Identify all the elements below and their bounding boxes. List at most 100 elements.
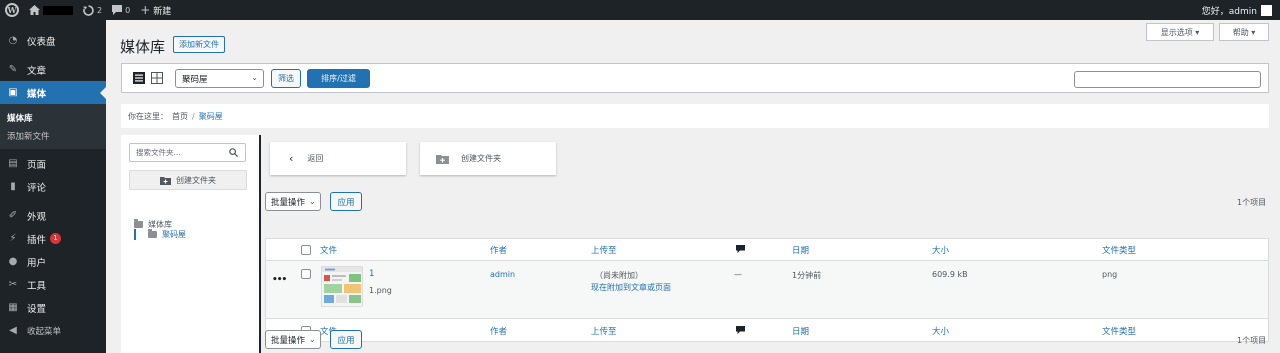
create-folder-card[interactable]: 创建文件夹 (420, 142, 556, 175)
media-search-input[interactable] (1074, 71, 1261, 88)
comment-icon[interactable] (736, 245, 745, 253)
brush-icon: ✐ (8, 210, 18, 221)
filter-button[interactable]: 筛选 (271, 69, 301, 88)
plugin-icon: ⚡ (9, 233, 17, 244)
breadcrumb-home[interactable]: 首页 (172, 111, 188, 122)
sidebar-item-label: 插件 (27, 234, 47, 246)
submenu-add-new[interactable]: 添加新文件 (0, 127, 106, 145)
column-header-uploaded-to[interactable]: 上传至 (591, 244, 617, 256)
items-count-top: 1个项目 (1237, 198, 1267, 207)
column-footer-uploaded-to[interactable]: 上传至 (591, 325, 617, 337)
sidebar-item-label: 收起菜单 (27, 326, 62, 337)
file-thumbnail[interactable] (321, 266, 363, 307)
admin-sidebar: ◔ 仪表盘 ✎ 文章 ▣ 媒体 媒体库 添加新文件 ▤ 页面 ▮ 评论 ✐ 外观… (0, 20, 106, 353)
comment-icon[interactable] (736, 326, 745, 334)
file-name: 1.png (369, 286, 392, 295)
author-link[interactable]: admin (490, 270, 515, 279)
column-header-date[interactable]: 日期 (792, 244, 809, 256)
avatar[interactable] (1261, 4, 1272, 16)
grid-view-icon[interactable] (151, 72, 163, 84)
main-content: 显示选项 ▾ 帮助 ▾ 媒体库 添加新文件 聚码屋 ⌄ 筛选 排序/过滤 你在这… (106, 20, 1280, 353)
select-all-checkbox[interactable] (301, 245, 311, 255)
sidebar-item-appearance[interactable]: ✐ 外观 (0, 204, 106, 227)
sidebar-item-label: 媒体 (27, 88, 47, 100)
account-greeting[interactable]: 您好，admin (1202, 4, 1257, 17)
column-header-author[interactable]: 作者 (490, 244, 507, 256)
folder-tree-root[interactable]: 媒体库 (134, 218, 186, 229)
updates-menu[interactable]: 2 (78, 0, 107, 20)
home-icon (29, 5, 40, 15)
folder-icon (148, 228, 157, 238)
bulk-actions-select-bottom[interactable]: 批量操作 ⌄ (265, 330, 321, 349)
row-actions-menu[interactable]: ••• (272, 275, 287, 285)
chevron-left-icon: ‹ (289, 152, 294, 165)
search-icon[interactable] (229, 148, 238, 157)
wordpress-logo-menu[interactable]: W (0, 0, 24, 20)
screen-options-button[interactable]: 显示选项 ▾ (1146, 23, 1214, 41)
pin-icon: ✎ (8, 64, 18, 75)
help-button[interactable]: 帮助 ▾ (1219, 23, 1269, 41)
sidebar-item-settings[interactable]: ▦ 设置 (0, 296, 106, 319)
folder-icon (134, 218, 143, 228)
sidebar-item-tools[interactable]: ✂ 工具 (0, 273, 106, 296)
media-icon: ▣ (8, 87, 18, 98)
column-header-file-type[interactable]: 文件类型 (1102, 244, 1136, 256)
file-size: 609.9 kB (932, 270, 968, 279)
sort-filter-button[interactable]: 排序/过滤 (307, 69, 370, 88)
folder-select[interactable]: 聚码屋 ⌄ (175, 69, 264, 88)
media-table: 文件 作者 上传至 日期 大小 文件类型 ••• 1 1.png admin （… (265, 238, 1269, 342)
sidebar-item-dashboard[interactable]: ◔ 仪表盘 (0, 29, 106, 52)
sidebar-item-label: 工具 (27, 280, 47, 292)
breadcrumb-current[interactable]: 聚码屋 (199, 111, 223, 122)
page-icon: ▤ (8, 158, 18, 169)
create-folder-label: 创建文件夹 (176, 175, 216, 185)
panel-divider[interactable] (259, 135, 261, 353)
list-view-icon[interactable] (133, 72, 145, 84)
media-submenu: 媒体库 添加新文件 (0, 104, 106, 149)
sidebar-item-plugins[interactable]: ⚡ 插件 1 (0, 227, 106, 250)
updates-count: 2 (97, 5, 103, 15)
submenu-media-library[interactable]: 媒体库 (0, 109, 106, 127)
attach-link[interactable]: 现在附加到文章或页面 (591, 282, 671, 293)
column-header-file[interactable]: 文件 (320, 244, 337, 256)
folder-tree-item[interactable]: 聚码屋 (134, 228, 186, 240)
sidebar-item-posts[interactable]: ✎ 文章 (0, 58, 106, 81)
sidebar-item-media[interactable]: ▣ 媒体 (0, 81, 106, 104)
sidebar-item-pages[interactable]: ▤ 页面 (0, 152, 106, 175)
back-button[interactable]: ‹ 返回 (270, 142, 406, 175)
file-title-link[interactable]: 1 (369, 269, 374, 279)
folder-panel: 搜索文件夹... 创建文件夹 媒体库 聚码屋 (121, 135, 260, 353)
row-checkbox[interactable] (301, 269, 311, 279)
sidebar-collapse-menu[interactable]: ◀ 收起菜单 (0, 319, 106, 342)
bulk-actions-select-top[interactable]: 批量操作 ⌄ (265, 192, 321, 211)
comments-menu[interactable]: 0 (107, 0, 135, 20)
column-footer-author[interactable]: 作者 (490, 325, 507, 337)
updates-icon (83, 4, 94, 16)
sidebar-item-comments[interactable]: ▮ 评论 (0, 175, 106, 198)
new-label: 新建 (153, 6, 172, 17)
add-new-file-button[interactable]: 添加新文件 (173, 36, 225, 53)
folder-search-input[interactable]: 搜索文件夹... (129, 143, 246, 162)
footer-divider (266, 318, 1268, 319)
column-footer-size[interactable]: 大小 (932, 325, 949, 337)
back-label: 返回 (307, 154, 324, 163)
comment-icon: ▮ (10, 181, 16, 192)
create-folder-button[interactable]: 创建文件夹 (129, 170, 247, 190)
sidebar-item-label: 外观 (27, 211, 47, 223)
site-name-menu[interactable] (24, 0, 78, 20)
column-footer-date[interactable]: 日期 (792, 325, 809, 337)
apply-button-top[interactable]: 应用 (330, 192, 362, 211)
column-footer-file-type[interactable]: 文件类型 (1102, 325, 1136, 337)
sidebar-item-users[interactable]: ● 用户 (0, 250, 106, 273)
new-content-menu[interactable]: + 新建 (135, 0, 176, 20)
apply-button-bottom[interactable]: 应用 (330, 330, 362, 349)
bulk-actions-label: 批量操作 (271, 197, 306, 208)
sidebar-item-label: 页面 (27, 159, 47, 171)
wrench-icon: ✂ (8, 279, 18, 290)
breadcrumb: 你在这里： 首页 / 聚码屋 (121, 104, 1269, 128)
site-name-redacted (43, 5, 73, 15)
breadcrumb-separator: / (192, 111, 195, 121)
folder-tree: 媒体库 聚码屋 (134, 218, 186, 240)
column-header-size[interactable]: 大小 (932, 244, 949, 256)
table-row (266, 261, 1268, 318)
